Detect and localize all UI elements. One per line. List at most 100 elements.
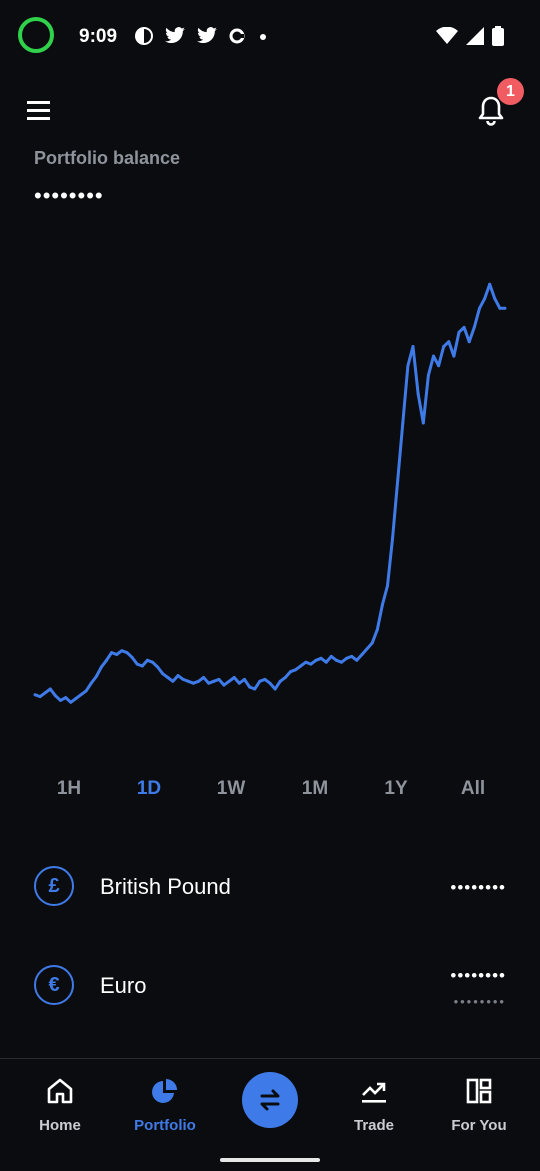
- data-point: [370, 641, 374, 645]
- range-1h[interactable]: 1H: [57, 778, 81, 800]
- data-point: [125, 651, 129, 655]
- balance-label: Portfolio balance: [34, 148, 181, 168]
- nav-trade[interactable]: Trade: [324, 1059, 424, 1149]
- battery-icon: [492, 26, 504, 46]
- data-point: [156, 665, 160, 669]
- range-1d[interactable]: 1D: [137, 778, 161, 800]
- data-point: [350, 654, 354, 658]
- data-point: [452, 354, 456, 358]
- data-point: [334, 658, 338, 662]
- data-point: [432, 354, 435, 358]
- asset-value: ••••••••: [450, 966, 506, 985]
- data-point: [288, 670, 292, 674]
- data-point: [69, 700, 73, 704]
- data-point: [197, 679, 200, 683]
- data-point: [478, 306, 481, 310]
- nav-trade-label: Trade: [353, 1117, 395, 1134]
- nav-home[interactable]: Home: [10, 1059, 110, 1149]
- data-point: [365, 647, 369, 651]
- asset-row-gbp[interactable]: £ British Pound ••••••••: [0, 858, 540, 918]
- data-point: [380, 603, 384, 607]
- data-point: [437, 364, 441, 368]
- pie-chart-icon: [152, 1079, 177, 1103]
- data-point: [472, 325, 476, 329]
- data-point: [442, 345, 446, 348]
- data-point: [89, 681, 93, 685]
- trend-up-icon: [362, 1082, 386, 1103]
- data-point: [401, 421, 405, 425]
- data-point: [324, 660, 328, 664]
- data-point: [166, 676, 170, 679]
- home-indicator: [220, 1158, 320, 1162]
- nav-for-you-label: For You: [451, 1117, 507, 1134]
- data-point: [273, 687, 277, 691]
- data-point: [227, 679, 231, 683]
- nav-for-you[interactable]: For You: [429, 1059, 529, 1149]
- data-point: [462, 325, 466, 329]
- data-point: [421, 421, 425, 425]
- data-point: [299, 664, 303, 668]
- data-point: [43, 691, 47, 695]
- data-point: [176, 674, 180, 678]
- data-point: [248, 685, 252, 689]
- nav-portfolio-label: Portfolio: [134, 1117, 196, 1134]
- data-point: [457, 330, 461, 334]
- data-point: [237, 681, 241, 685]
- data-point: [120, 649, 124, 653]
- moon-icon: [135, 27, 153, 45]
- data-point: [503, 306, 507, 310]
- hamburger-icon: [27, 101, 50, 120]
- data-point: [161, 672, 165, 676]
- data-point: [467, 340, 471, 344]
- data-point: [355, 658, 359, 662]
- asset-row-eur[interactable]: € Euro •••••••• ••••••••: [0, 956, 540, 1016]
- data-point: [416, 392, 420, 396]
- data-point: [130, 655, 134, 659]
- pound-icon: £: [34, 866, 74, 906]
- data-point: [340, 660, 343, 664]
- data-point: [304, 660, 308, 664]
- series-line: [34, 282, 505, 704]
- data-point: [94, 675, 98, 678]
- range-1w[interactable]: 1W: [217, 778, 246, 800]
- asset-name: Euro: [100, 973, 147, 998]
- exchange-button[interactable]: [242, 1072, 298, 1128]
- sync-icon: [229, 28, 245, 44]
- data-point: [217, 677, 221, 681]
- data-point: [447, 340, 451, 344]
- data-point: [140, 664, 144, 668]
- system-icons: [436, 26, 504, 46]
- data-point: [493, 297, 497, 301]
- data-point: [110, 651, 114, 655]
- data-point: [258, 679, 262, 683]
- activity-ring-icon: [18, 17, 54, 53]
- portfolio-chart[interactable]: [30, 260, 510, 730]
- data-point: [319, 656, 323, 660]
- data-point: [191, 681, 195, 685]
- range-1y[interactable]: 1Y: [384, 778, 407, 800]
- menu-button[interactable]: [26, 98, 52, 122]
- data-point: [411, 345, 415, 348]
- data-point: [202, 676, 206, 679]
- range-all[interactable]: All: [461, 778, 485, 800]
- data-point: [396, 478, 400, 482]
- data-point: [232, 676, 236, 679]
- asset-name: British Pound: [100, 874, 231, 899]
- data-point: [84, 689, 88, 693]
- dashboard-icon: [466, 1078, 492, 1104]
- data-point: [309, 662, 313, 666]
- data-point: [498, 306, 502, 310]
- data-point: [263, 677, 267, 681]
- nav-portfolio[interactable]: Portfolio: [115, 1059, 215, 1149]
- data-point: [488, 282, 492, 286]
- data-point: [64, 696, 68, 700]
- balance-value: ••••••••: [34, 183, 104, 208]
- wifi-icon: [436, 27, 458, 44]
- data-point: [74, 697, 78, 700]
- data-point: [345, 656, 349, 660]
- range-1m[interactable]: 1M: [302, 778, 328, 800]
- range-selector: 1H 1D 1W 1M 1Y All: [30, 778, 510, 810]
- data-point: [375, 628, 379, 632]
- data-point: [171, 679, 175, 683]
- dot-icon: [260, 34, 266, 40]
